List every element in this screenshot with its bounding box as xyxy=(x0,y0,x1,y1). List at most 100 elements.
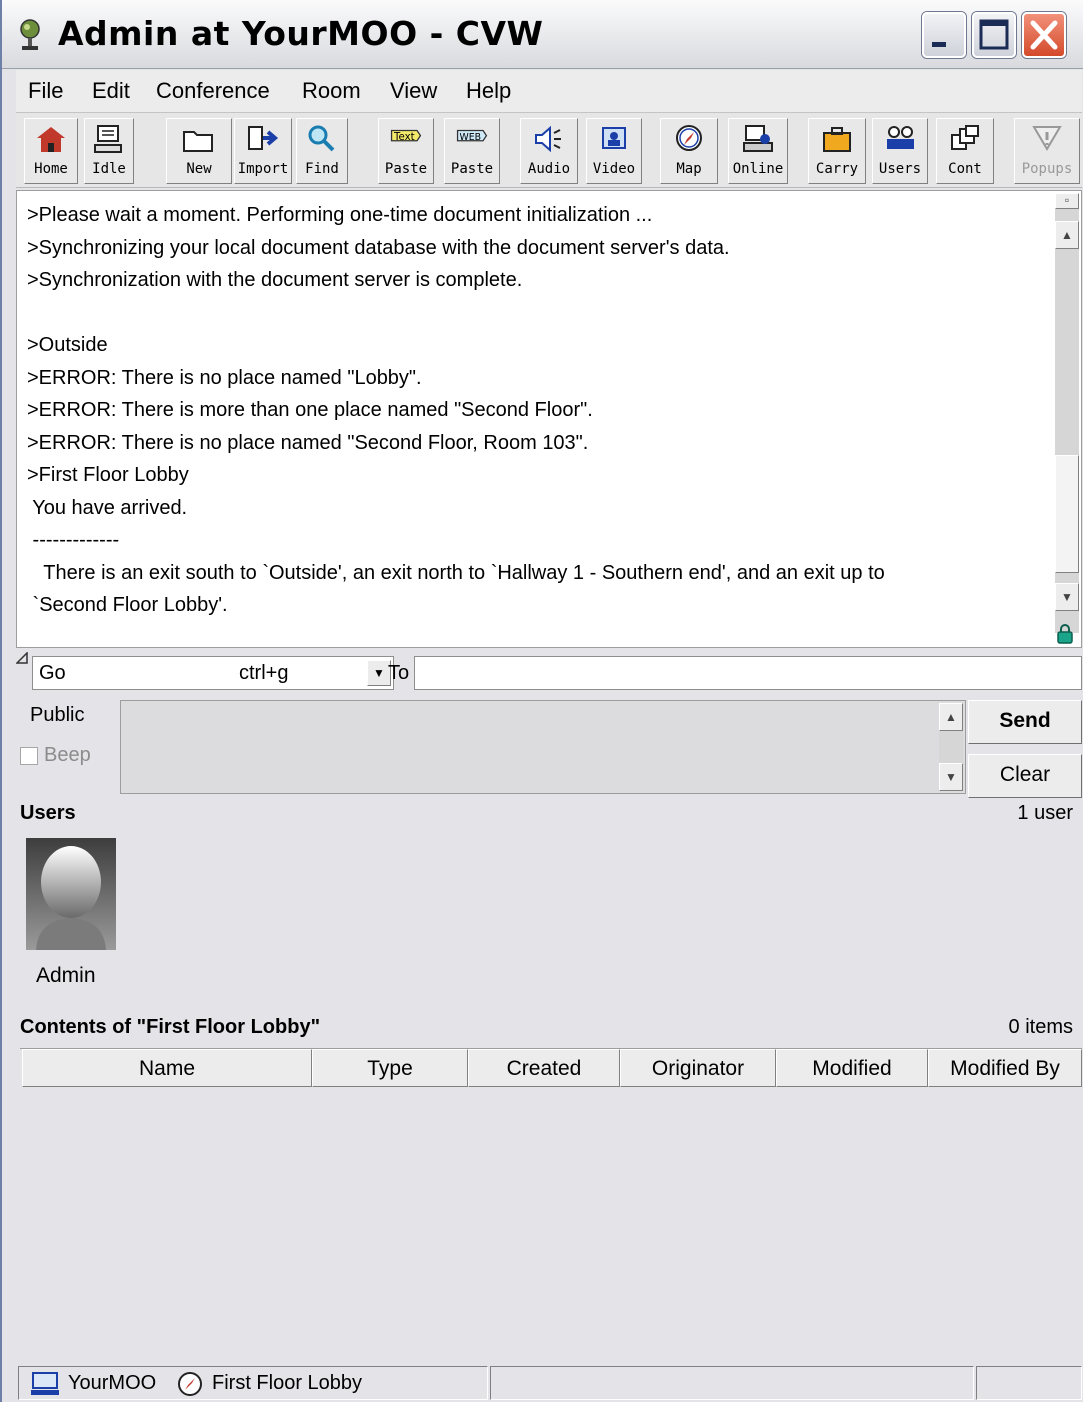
command-row: Go ctrl+g ▼ To xyxy=(16,652,1082,692)
audio-button[interactable]: Audio xyxy=(520,118,578,184)
to-label: To xyxy=(388,662,410,684)
message-scrollbar[interactable]: ▲ ▼ xyxy=(939,703,963,791)
beep-label: Beep xyxy=(44,744,91,766)
users-heading: Users xyxy=(20,802,76,824)
video-icon xyxy=(602,127,626,149)
contents-table[interactable]: Name Type Created Originator Modified Mo… xyxy=(20,1048,1082,1357)
import-button[interactable]: Import xyxy=(234,118,292,184)
menu-edit[interactable]: Edit xyxy=(92,78,130,104)
avatar[interactable] xyxy=(26,838,116,950)
log-line: >Synchronization with the document serve… xyxy=(27,269,523,291)
log-line: >First Floor Lobby xyxy=(27,464,189,486)
idle-button[interactable]: Idle xyxy=(84,118,134,184)
scroll-up-button[interactable]: ▲ xyxy=(1055,221,1079,249)
log-line: ------------- xyxy=(27,529,120,551)
column-header-created[interactable]: Created xyxy=(468,1049,620,1087)
app-window: Admin at YourMOO - CVW File Edit Confere… xyxy=(0,0,1083,1402)
cont-button[interactable]: Cont xyxy=(936,118,994,184)
computer-icon xyxy=(31,1372,59,1395)
message-input[interactable]: ▲ ▼ xyxy=(120,700,966,794)
user-name: Admin xyxy=(36,964,96,987)
message-mode-label: Public xyxy=(30,704,85,726)
log-line: >ERROR: There is no place named "Second … xyxy=(27,431,589,454)
scroll-up-button[interactable]: ▲ xyxy=(939,703,963,731)
command-verb: Go xyxy=(39,662,66,684)
status-cell xyxy=(976,1366,1082,1400)
clear-button[interactable]: Clear xyxy=(968,754,1082,798)
users-icon xyxy=(887,126,914,149)
column-header-name[interactable]: Name xyxy=(22,1049,312,1087)
column-header-type[interactable]: Type xyxy=(312,1049,468,1087)
toolbar: Home Idle New Import Find Text Paste WEB… xyxy=(16,113,1082,188)
contents-count: 0 items xyxy=(1008,1016,1073,1038)
popups-button[interactable]: Popups xyxy=(1014,118,1080,184)
title-bar[interactable]: Admin at YourMOO - CVW xyxy=(2,0,1083,69)
maximize-button[interactable] xyxy=(972,12,1016,58)
command-select[interactable]: Go ctrl+g ▼ xyxy=(32,656,394,690)
contents-heading: Contents of "First Floor Lobby" xyxy=(20,1016,321,1038)
map-compass-icon xyxy=(676,125,702,151)
home-icon xyxy=(37,127,65,152)
new-button[interactable]: New xyxy=(166,118,232,184)
beep-checkbox[interactable]: Beep xyxy=(20,744,91,767)
log-line: You have arrived. xyxy=(27,496,188,519)
minimize-icon xyxy=(932,42,946,47)
users-button[interactable]: Users xyxy=(872,118,928,184)
close-icon xyxy=(1030,20,1058,50)
log-line: `Second Floor Lobby'. xyxy=(27,594,228,616)
menu-help[interactable]: Help xyxy=(466,78,511,104)
column-header-originator[interactable]: Originator xyxy=(620,1049,776,1087)
log-line: >ERROR: There is no place named "Lobby". xyxy=(27,366,422,389)
online-icon xyxy=(743,125,773,152)
maximize-icon xyxy=(979,19,1009,50)
idle-icon xyxy=(94,125,122,153)
scroll-down-button[interactable]: ▼ xyxy=(939,763,963,791)
user-avatar-icon xyxy=(26,838,116,950)
minimize-button[interactable] xyxy=(922,12,966,58)
to-input[interactable] xyxy=(414,656,1082,690)
checkbox-box[interactable] xyxy=(20,746,38,765)
window-title: Admin at YourMOO - CVW xyxy=(58,14,544,53)
map-button[interactable]: Map xyxy=(660,118,718,184)
menu-file[interactable]: File xyxy=(28,78,63,104)
status-server: YourMOO xyxy=(68,1372,157,1394)
log-line: >Please wait a moment. Performing one-ti… xyxy=(27,204,653,226)
close-button[interactable] xyxy=(1022,12,1066,58)
log-line: >ERROR: There is more than one place nam… xyxy=(27,399,593,421)
map-compass-icon xyxy=(178,1372,202,1396)
carry-button[interactable]: Carry xyxy=(808,118,866,184)
menu-view[interactable]: View xyxy=(390,78,437,104)
status-bar: YourMOO First Floor Lobby xyxy=(16,1360,1082,1402)
new-folder-icon xyxy=(183,131,213,152)
lock-icon xyxy=(1057,624,1073,644)
find-icon xyxy=(308,125,335,152)
conversation-log[interactable]: >Please wait a moment. Performing one-ti… xyxy=(16,190,1082,648)
menu-room[interactable]: Room xyxy=(302,78,361,104)
status-cell xyxy=(490,1366,974,1400)
popups-icon xyxy=(1032,126,1062,151)
log-scrollbar[interactable]: ▫ ▲ ▼ xyxy=(1055,193,1079,633)
audio-icon xyxy=(535,125,561,153)
find-button[interactable]: Find xyxy=(296,118,348,184)
import-icon xyxy=(248,126,279,150)
log-line: >Outside xyxy=(27,334,108,356)
web-paste-button[interactable]: WEB Paste xyxy=(444,118,500,184)
carry-briefcase-icon xyxy=(823,127,851,152)
cvw-app-icon xyxy=(20,19,40,50)
resize-corner-icon xyxy=(16,652,28,664)
online-button[interactable]: Online xyxy=(728,118,788,184)
status-location: First Floor Lobby xyxy=(212,1372,363,1394)
home-button[interactable]: Home xyxy=(24,118,78,184)
menu-conference[interactable]: Conference xyxy=(156,78,270,104)
video-button[interactable]: Video xyxy=(586,118,642,184)
send-button[interactable]: Send xyxy=(968,700,1082,744)
command-shortcut: ctrl+g xyxy=(239,662,289,684)
text-paste-button[interactable]: Text Paste xyxy=(378,118,434,184)
web-paste-icon: WEB xyxy=(456,129,488,143)
log-scroll-thumb[interactable] xyxy=(1055,455,1079,573)
column-header-modified[interactable]: Modified xyxy=(776,1049,928,1087)
column-header-modified-by[interactable]: Modified By xyxy=(928,1049,1082,1087)
scroll-top-button[interactable]: ▫ xyxy=(1055,193,1079,209)
scroll-down-button[interactable]: ▼ xyxy=(1055,583,1079,611)
